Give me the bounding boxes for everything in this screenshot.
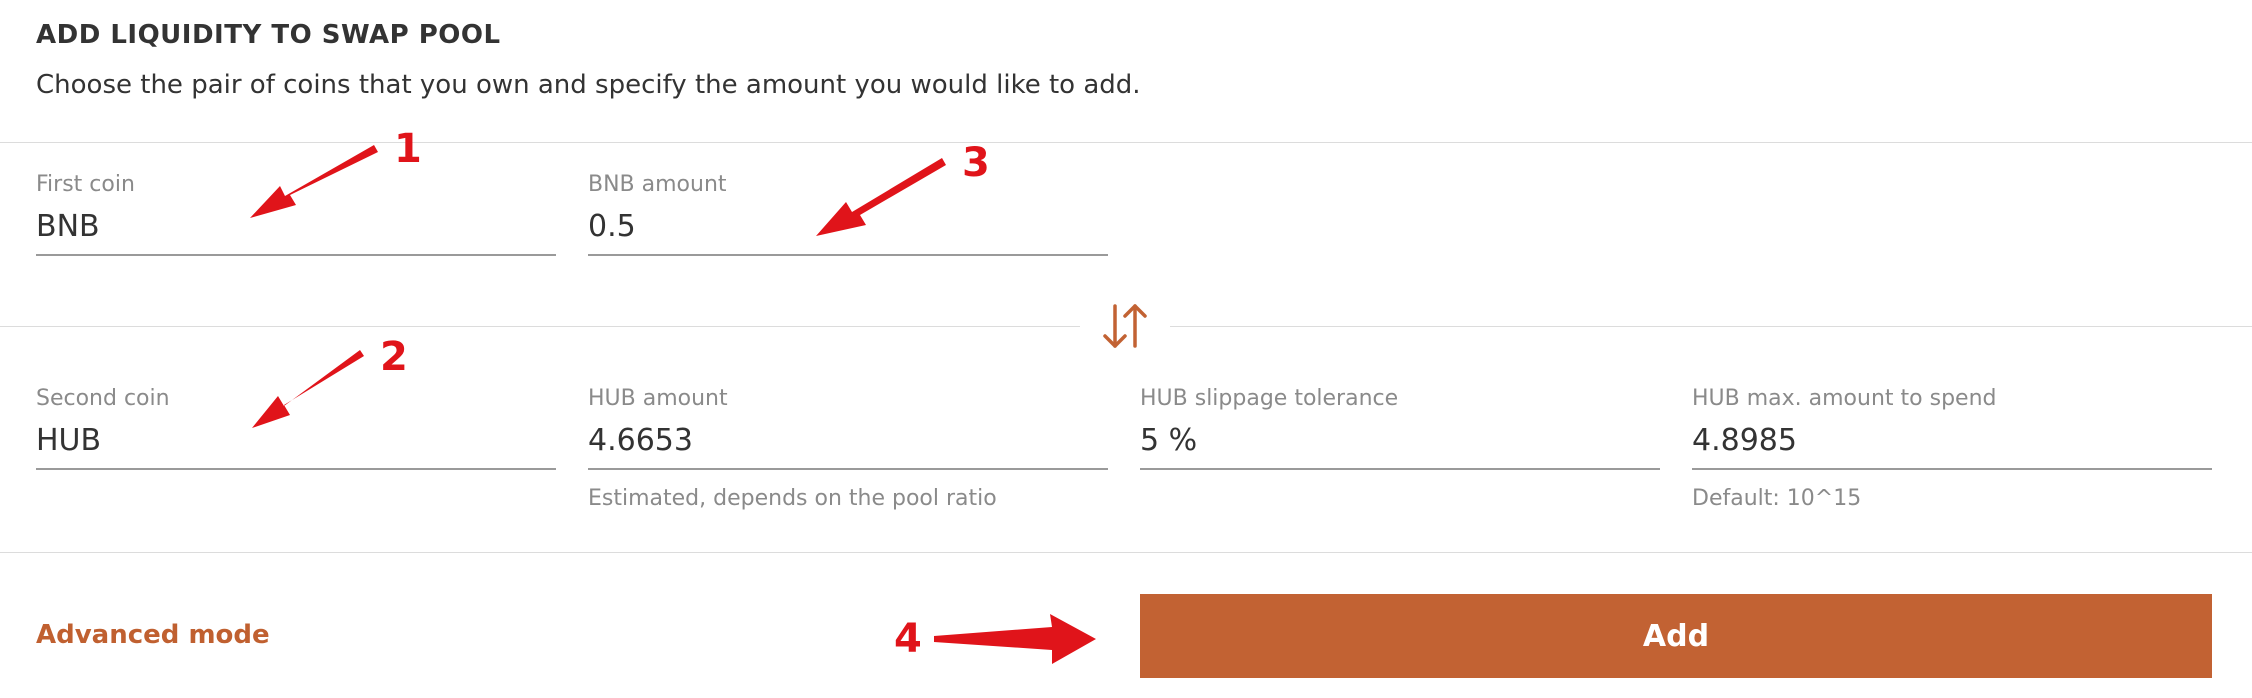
annotation-number-3: 3 <box>962 140 990 186</box>
swap-arrows-icon[interactable] <box>1080 298 1170 354</box>
annotation-number-1: 1 <box>394 126 422 172</box>
max-spend-input[interactable] <box>1692 423 2212 470</box>
max-spend-hint: Default: 10^15 <box>1692 486 1862 511</box>
first-coin-label: First coin <box>36 172 135 197</box>
second-coin-input[interactable] <box>36 423 556 470</box>
max-spend-label: HUB max. amount to spend <box>1692 386 1997 411</box>
add-liquidity-page: ADD LIQUIDITY TO SWAP POOL Choose the pa… <box>0 0 2252 698</box>
annotation-number-4: 4 <box>894 616 922 662</box>
first-coin-field: First coin <box>36 172 556 256</box>
second-amount-label: HUB amount <box>588 386 728 411</box>
add-button[interactable]: Add <box>1140 594 2212 678</box>
divider-top <box>0 142 2252 143</box>
second-amount-hint: Estimated, depends on the pool ratio <box>588 486 997 511</box>
max-spend-field: HUB max. amount to spend Default: 10^15 <box>1692 386 2212 511</box>
divider-bottom <box>0 552 2252 553</box>
slippage-input[interactable] <box>1140 423 1660 470</box>
slippage-label: HUB slippage tolerance <box>1140 386 1399 411</box>
page-subtitle: Choose the pair of coins that you own an… <box>36 70 1141 100</box>
second-coin-field: Second coin <box>36 386 556 470</box>
second-amount-input[interactable] <box>588 423 1108 470</box>
annotation-arrow-4 <box>934 614 1096 664</box>
first-amount-field: BNB amount <box>588 172 1108 256</box>
first-coin-input[interactable] <box>36 209 556 256</box>
first-amount-label: BNB amount <box>588 172 727 197</box>
slippage-field: HUB slippage tolerance <box>1140 386 1660 470</box>
second-coin-label: Second coin <box>36 386 170 411</box>
first-amount-input[interactable] <box>588 209 1108 256</box>
annotation-number-2: 2 <box>380 334 408 380</box>
page-title: ADD LIQUIDITY TO SWAP POOL <box>36 20 501 50</box>
second-amount-field: HUB amount Estimated, depends on the poo… <box>588 386 1108 511</box>
advanced-mode-link[interactable]: Advanced mode <box>36 620 270 650</box>
